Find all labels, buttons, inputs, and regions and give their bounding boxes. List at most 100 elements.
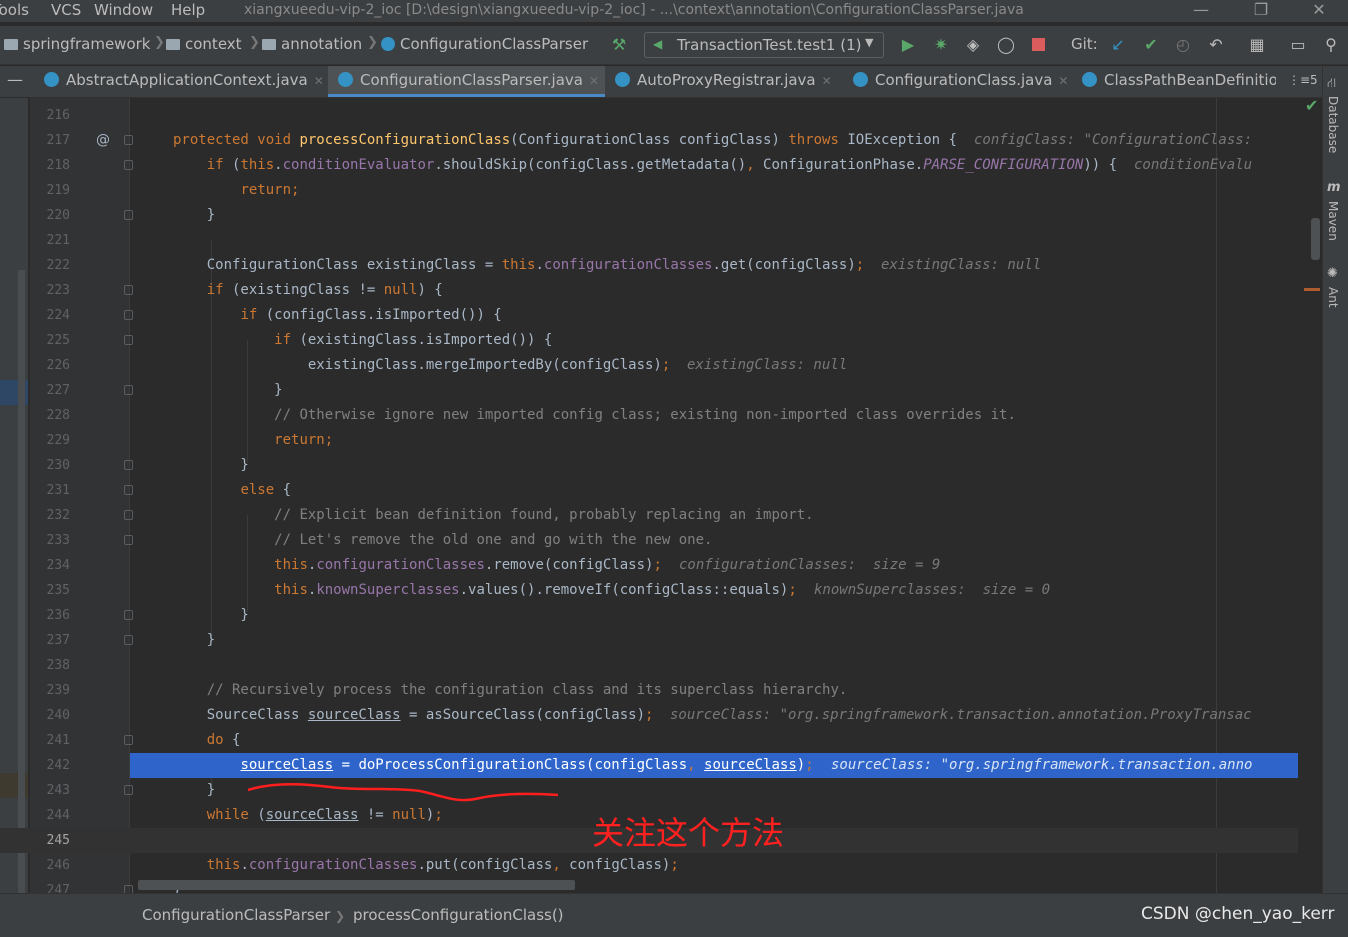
code-line[interactable]: 220 } <box>0 203 1322 228</box>
presentation-icon[interactable]: ▭ <box>1287 34 1309 56</box>
line-number[interactable]: 230 <box>30 453 70 478</box>
code-text[interactable]: } <box>173 203 215 228</box>
close-tab-icon[interactable]: ✕ <box>589 74 599 88</box>
menu-window[interactable]: Window <box>94 0 153 20</box>
code-text[interactable]: // Let's remove the old one and go with … <box>173 528 712 553</box>
code-line[interactable]: 225 if (existingClass.isImported()) { <box>0 328 1322 353</box>
line-number[interactable]: 217 <box>30 128 70 153</box>
code-line[interactable]: 234 this.configurationClasses.remove(con… <box>0 553 1322 578</box>
code-text[interactable]: SourceClass sourceClass = asSourceClass(… <box>173 703 654 728</box>
code-area[interactable]: ConfigurationClass existingClass = this.… <box>130 253 1322 278</box>
line-number[interactable]: 220 <box>30 203 70 228</box>
inspection-ok-icon[interactable]: ✔ <box>1305 96 1318 115</box>
code-line[interactable]: 218 if (this.conditionEvaluator.shouldSk… <box>0 153 1322 178</box>
code-line[interactable]: 223 if (existingClass != null) { <box>0 278 1322 303</box>
menu-vcs[interactable]: VCS <box>51 0 81 20</box>
menu-tools[interactable]: Tools <box>0 0 29 20</box>
git-rollback-icon[interactable]: ↶ <box>1205 34 1227 56</box>
line-number[interactable]: 226 <box>30 353 70 378</box>
code-line[interactable]: 217 @ protected void processConfigurationC… <box>0 128 1322 153</box>
code-area[interactable]: else { <box>130 478 1322 503</box>
code-text[interactable]: return; <box>173 178 299 203</box>
run-configuration-select[interactable]: ◀ TransactionTest.test1 (1) ▼ <box>644 32 884 58</box>
minimize-icon[interactable]: — <box>1183 0 1219 20</box>
code-line[interactable]: 235 this.knownSuperclasses.values().remo… <box>0 578 1322 603</box>
coverage-icon[interactable]: ◈ <box>962 34 984 56</box>
line-number[interactable]: 244 <box>30 803 70 828</box>
code-area[interactable]: // Explicit bean definition found, proba… <box>130 503 1322 528</box>
code-text[interactable]: ConfigurationClass existingClass = this.… <box>173 253 865 278</box>
tab-configurationclassparser[interactable]: ConfigurationClassParser.java ✕ <box>328 66 605 97</box>
code-area[interactable]: SourceClass sourceClass = asSourceClass(… <box>130 703 1322 728</box>
code-area[interactable]: } <box>130 453 1322 478</box>
line-number[interactable]: 225 <box>30 328 70 353</box>
code-area[interactable]: // Let's remove the old one and go with … <box>130 528 1322 553</box>
close-window-icon[interactable]: ✕ <box>1301 0 1337 20</box>
close-tab-icon[interactable]: ✕ <box>314 74 324 88</box>
code-text[interactable]: // Recursively process the configuration… <box>173 678 848 703</box>
code-line[interactable]: 222 ConfigurationClass existingClass = t… <box>0 253 1322 278</box>
code-text[interactable]: } <box>173 453 248 478</box>
line-number[interactable]: 233 <box>30 528 70 553</box>
code-area[interactable]: // Otherwise ignore new imported config … <box>130 403 1322 428</box>
project-structure-icon[interactable]: ▦ <box>1246 34 1268 56</box>
code-line[interactable]: 239 // Recursively process the configura… <box>0 678 1322 703</box>
git-update-icon[interactable]: ↙ <box>1107 34 1129 56</box>
database-tool-button[interactable]: Database <box>1326 96 1340 153</box>
code-line[interactable]: 221 <box>0 228 1322 253</box>
line-number[interactable]: 232 <box>30 503 70 528</box>
code-area[interactable]: this.configurationClasses.put(configClas… <box>130 853 1322 878</box>
line-number[interactable]: 245 <box>30 828 70 853</box>
code-area[interactable]: } <box>130 203 1322 228</box>
code-text[interactable]: return; <box>173 428 333 453</box>
collapse-icon[interactable]: — <box>0 66 30 97</box>
code-line[interactable]: 229 return; <box>0 428 1322 453</box>
horizontal-scrollbar[interactable] <box>130 880 1322 892</box>
vertical-scroll-thumb[interactable] <box>1311 218 1320 260</box>
line-number[interactable]: 242 <box>30 753 70 778</box>
tab-abstractapplicationcontext[interactable]: AbstractApplicationContext.java ✕ <box>38 66 328 97</box>
debug-icon[interactable]: ✷ <box>930 34 952 56</box>
code-text[interactable]: this.configurationClasses.put(configClas… <box>173 853 679 878</box>
overrides-method-icon[interactable]: @ <box>96 128 110 153</box>
code-area[interactable]: if (existingClass != null) { <box>130 278 1322 303</box>
line-number[interactable]: 231 <box>30 478 70 503</box>
code-line[interactable]: 238 <box>0 653 1322 678</box>
code-area[interactable]: } <box>130 603 1322 628</box>
code-text[interactable]: do { <box>173 728 241 753</box>
code-area[interactable]: return; <box>130 428 1322 453</box>
code-area[interactable]: return; <box>130 178 1322 203</box>
code-line[interactable]: 243 } <box>0 778 1322 803</box>
line-number[interactable]: 246 <box>30 853 70 878</box>
line-number[interactable]: 243 <box>30 778 70 803</box>
code-line[interactable]: 219 return; <box>0 178 1322 203</box>
code-area[interactable] <box>130 228 1322 253</box>
code-line[interactable]: 237 } <box>0 628 1322 653</box>
code-text[interactable]: } <box>173 778 215 803</box>
bottom-breadcrumb-class[interactable]: ConfigurationClassParser <box>142 906 330 924</box>
code-area[interactable]: if (configClass.isImported()) { <box>130 303 1322 328</box>
tab-overflow-menu[interactable]: ⋮≡5 <box>1288 73 1318 87</box>
build-hammer-icon[interactable]: ⚒ <box>608 34 630 56</box>
breadcrumb-configurationclassparser[interactable]: ConfigurationClassParser <box>381 35 588 53</box>
line-number[interactable]: 222 <box>30 253 70 278</box>
tab-classpathbeandefinition[interactable]: ClassPathBeanDefinitio <box>1070 66 1276 97</box>
line-number[interactable]: 227 <box>30 378 70 403</box>
line-number[interactable]: 216 <box>30 103 70 128</box>
code-line[interactable]: 227 } <box>0 378 1322 403</box>
code-text[interactable]: protected void processConfigurationClass… <box>173 128 957 153</box>
code-text[interactable]: if (existingClass.isImported()) { <box>173 328 552 353</box>
code-area[interactable]: protected void processConfigurationClass… <box>130 128 1322 153</box>
code-line[interactable]: 246 this.configurationClasses.put(config… <box>0 853 1322 878</box>
code-text[interactable]: if (existingClass != null) { <box>173 278 443 303</box>
breadcrumb-context[interactable]: context <box>166 35 242 53</box>
breadcrumb-annotation[interactable]: annotation <box>262 35 362 53</box>
ant-icon[interactable]: ✺ <box>1327 266 1338 281</box>
line-number[interactable]: 236 <box>30 603 70 628</box>
line-number[interactable]: 218 <box>30 153 70 178</box>
code-text[interactable]: } <box>173 628 215 653</box>
code-area[interactable]: if (this.conditionEvaluator.shouldSkip(c… <box>130 153 1322 178</box>
code-line[interactable]: 224 if (configClass.isImported()) { <box>0 303 1322 328</box>
close-tab-icon[interactable]: ✕ <box>1058 74 1068 88</box>
line-number[interactable]: 223 <box>30 278 70 303</box>
